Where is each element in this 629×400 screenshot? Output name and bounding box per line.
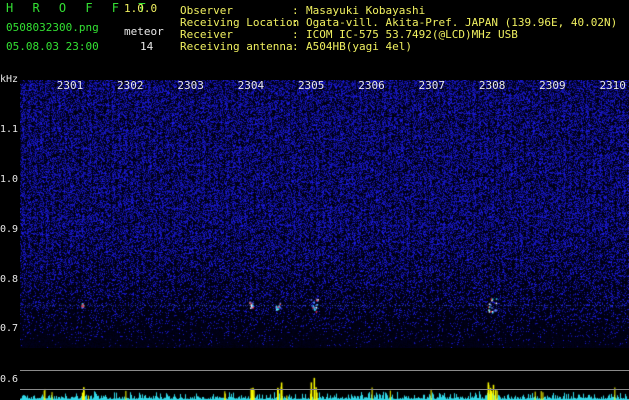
time-label-2307: 2307 <box>419 79 446 92</box>
app-version: 1.0.0 <box>124 2 158 15</box>
time-label-2309: 2309 <box>539 79 566 92</box>
antenna-colon: : <box>292 40 299 53</box>
antenna-label: Receiving antenna <box>180 40 293 53</box>
time-label-2310: 2310 <box>599 79 626 92</box>
time-label-2302: 2302 <box>117 79 144 92</box>
time-label-2303: 2303 <box>177 79 204 92</box>
frequency-axis: kHz 1.1 1.0 0.9 0.8 0.7 0.6 <box>0 0 20 400</box>
time-label-2305: 2305 <box>298 79 325 92</box>
frequency-label-1.0: 1.0 <box>0 174 19 185</box>
time-label-2306: 2306 <box>358 79 385 92</box>
frequency-label-0.8: 0.8 <box>0 274 19 285</box>
antenna-value: A504HB(yagi 4el) <box>306 40 412 53</box>
frequency-label-0.7: 0.7 <box>0 323 19 334</box>
frequency-label-1.1: 1.1 <box>0 124 19 135</box>
time-label-2308: 2308 <box>479 79 506 92</box>
frequency-label-0.6: 0.6 <box>0 374 19 385</box>
meteor-label: meteor <box>124 25 164 38</box>
meteor-count: 14 <box>140 40 154 53</box>
signal-strength-plot <box>20 368 629 400</box>
time-axis: 2301 2302 2303 2304 2305 2306 2307 2308 2309 2310 <box>57 79 626 92</box>
spectrogram-canvas <box>20 80 629 348</box>
plot-separator-line <box>20 370 629 371</box>
plot-baseline-line <box>20 389 629 390</box>
frequency-label-0.9: 0.9 <box>0 224 19 235</box>
hroft-screen: H R O F F T 1.0.0 0508032300.png meteor … <box>0 0 629 400</box>
time-label-2304: 2304 <box>238 79 265 92</box>
time-label-2301: 2301 <box>57 79 84 92</box>
